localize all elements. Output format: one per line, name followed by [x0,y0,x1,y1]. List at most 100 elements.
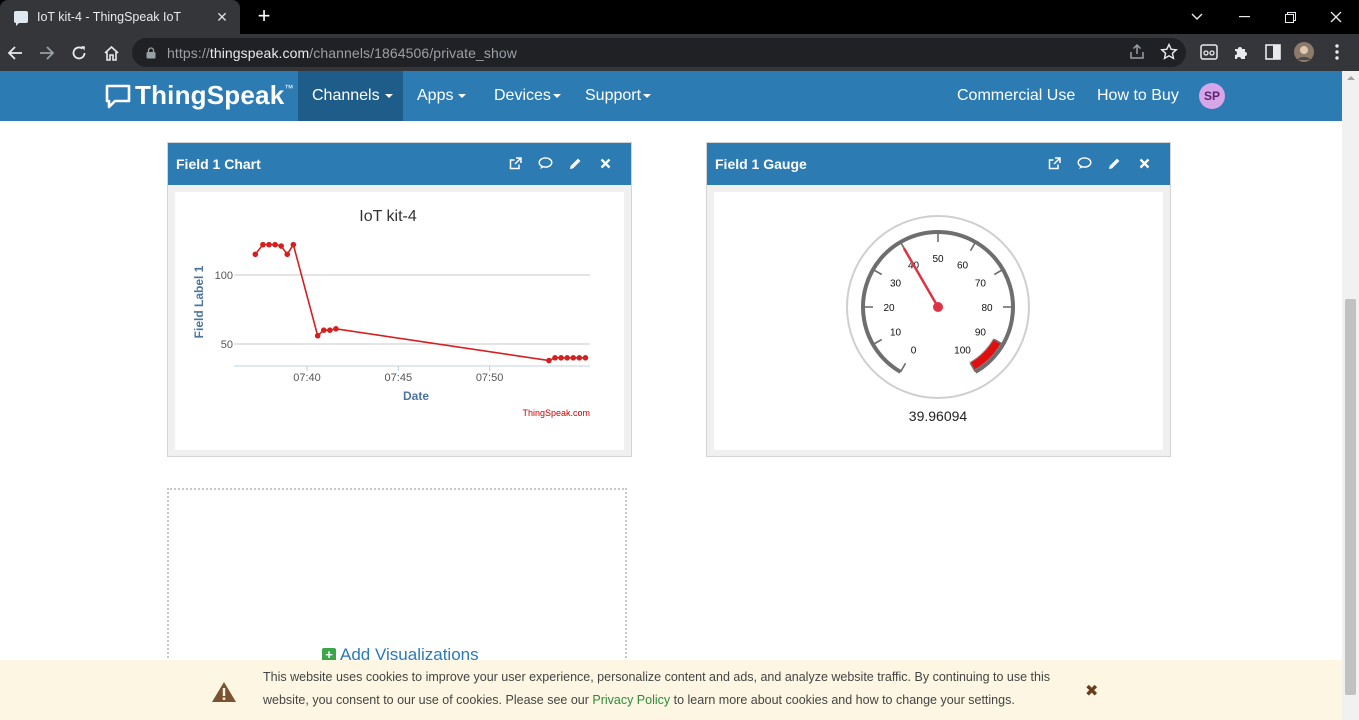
reload-icon[interactable] [67,41,91,65]
comment-icon[interactable] [537,154,553,172]
add-visualization-panel: + Add Visualizations [167,488,627,678]
side-panel-icon[interactable] [1263,42,1283,62]
y-tick-labels: 50 100 [215,270,233,351]
pencil-edit-icon[interactable] [567,154,583,172]
external-link-icon[interactable] [1046,154,1062,172]
tab-search-icon[interactable] [1174,0,1220,34]
chart-body: IoT kit-4 50 100 07:40 07:45 07:50 Date Fie… [175,192,624,450]
caret-down-icon [643,94,652,98]
gauge-tick-label: 60 [957,261,969,272]
scrollbar-thumb[interactable] [1345,299,1356,695]
caret-down-icon [458,94,467,98]
gauge-tick-label: 50 [932,254,944,265]
y-tick-label: 50 [221,339,233,351]
address-bar[interactable]: https://thingspeak.com/channels/1864506/… [132,38,1186,67]
home-icon[interactable] [99,41,123,65]
nav-commercial-use[interactable]: Commercial Use [943,71,1089,121]
browser-menu-icon[interactable] [1327,42,1347,62]
user-avatar[interactable]: SP [1199,83,1225,109]
x-axis-label: Date [403,389,429,403]
privacy-policy-link[interactable]: Privacy Policy [592,693,670,707]
nav-support-label: Support [585,87,642,104]
data-point[interactable] [272,241,278,248]
lock-icon[interactable] [146,46,156,59]
data-point[interactable] [546,357,552,364]
warning-icon [212,682,236,702]
y-axis-label: Field Label 1 [192,265,206,338]
thingspeak-favicon-icon [14,11,28,26]
data-point[interactable] [314,332,321,339]
gauge-tick-label: 80 [981,303,993,314]
new-tab-button[interactable]: + [252,4,276,28]
data-point[interactable] [266,241,272,248]
nav-support[interactable]: Support [571,71,665,121]
extensions-puzzle-icon[interactable] [1231,42,1251,62]
nav-channels-label: Channels [312,87,380,104]
pencil-edit-icon[interactable] [1106,154,1122,172]
close-window-icon[interactable] [1313,0,1359,34]
caret-down-icon [552,94,561,98]
data-point[interactable] [284,251,291,258]
gauge-tick-label: 100 [954,345,971,356]
data-point[interactable] [582,355,589,361]
nav-apps[interactable]: Apps [403,71,480,121]
cookie-message: This website uses cookies to improve you… [263,666,1053,712]
data-point[interactable] [576,355,583,361]
data-point[interactable] [558,355,564,361]
cookie-close-button[interactable]: ✖ [1085,681,1098,701]
minimize-window-icon[interactable] [1221,0,1267,34]
data-point[interactable] [564,355,570,361]
chart-widget-title: Field 1 Chart [176,156,261,172]
chart-widget-header: Field 1 Chart [168,143,631,185]
comment-icon[interactable] [1076,154,1092,172]
gauge-tick-label: 10 [890,328,902,339]
thingspeak-logo[interactable]: ThingSpeak ™ [104,80,293,111]
restore-window-icon[interactable] [1267,0,1313,34]
browser-tab[interactable]: IoT kit-4 - ThingSpeak IoT ✕ [0,0,240,34]
back-arrow-icon[interactable] [3,41,27,65]
nav-how-to-buy[interactable]: How to Buy [1083,71,1193,121]
gauge-body: 0102030405060708090100 39.96094 [714,192,1163,450]
x-tick-labels: 07:40 07:45 07:50 [293,366,503,384]
close-icon[interactable] [597,154,613,172]
page-scrollbar[interactable] [1342,71,1359,720]
gauge-value: 39.96094 [909,408,968,424]
forward-arrow-icon[interactable] [35,41,59,65]
bookmark-star-icon[interactable] [1160,43,1178,61]
browser-tab-strip: IoT kit-4 - ThingSpeak IoT ✕ + [0,0,1359,34]
external-link-icon[interactable] [507,154,523,172]
data-point[interactable] [278,243,284,249]
gauge-tick-label: 90 [975,328,987,339]
nav-devices[interactable]: Devices [480,71,575,121]
data-point[interactable] [320,327,327,333]
profile-avatar[interactable] [1294,42,1314,62]
nav-devices-label: Devices [494,87,551,104]
data-point[interactable] [260,241,266,248]
gauge-widget-header: Field 1 Gauge [707,143,1170,185]
chart-credit[interactable]: ThingSpeak.com [522,408,590,418]
gauge-chart[interactable]: 0102030405060708090100 39.96094 [714,192,1164,451]
tab-close-icon[interactable]: ✕ [214,9,230,26]
gauge-widget-title: Field 1 Gauge [715,156,807,172]
data-point[interactable] [252,251,259,258]
line-chart[interactable]: IoT kit-4 50 100 07:40 07:45 07:50 Date Fie… [175,192,625,451]
close-icon[interactable] [1136,154,1152,172]
data-point[interactable] [290,241,297,248]
scroll-up-arrow-icon[interactable] [1347,76,1355,80]
tab-title: IoT kit-4 - ThingSpeak IoT [37,10,182,24]
speech-bubble-logo-icon [105,84,131,108]
data-point[interactable] [333,326,339,332]
gauge-tick-label: 70 [975,279,987,290]
extension-reader-icon[interactable] [1199,42,1219,62]
data-point[interactable] [552,355,558,361]
data-point[interactable] [570,355,577,361]
cookie-banner: This website uses cookies to improve you… [0,660,1342,720]
share-icon[interactable] [1128,43,1146,61]
chart-points [252,241,589,364]
nav-channels[interactable]: Channels [298,71,403,121]
browser-toolbar: https://thingspeak.com/channels/1864506/… [0,34,1359,71]
cookie-text-after: to learn more about cookies and how to c… [670,693,1015,707]
url-text: https://thingspeak.com/channels/1864506/… [167,44,517,61]
data-point[interactable] [327,327,333,333]
chart-gridlines [234,274,590,345]
